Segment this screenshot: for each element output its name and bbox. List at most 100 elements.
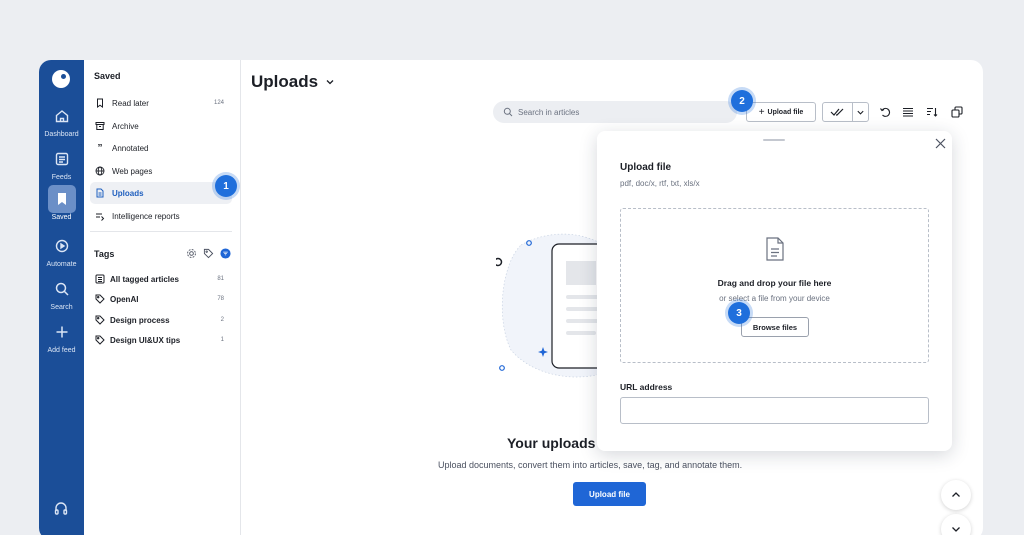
url-address-input[interactable] bbox=[620, 397, 929, 424]
nav-rail: Dashboard Feeds Saved Automate Search Ad… bbox=[39, 60, 84, 535]
page-title-text: Uploads bbox=[251, 72, 319, 91]
rail-item-feeds[interactable]: Feeds bbox=[39, 145, 84, 181]
rail-label: Automate bbox=[46, 261, 77, 268]
bookmark-icon bbox=[95, 98, 105, 108]
tag-icon bbox=[95, 335, 105, 345]
browse-files-button[interactable]: Browse files bbox=[741, 317, 809, 337]
tag-label: All tagged articles bbox=[110, 274, 179, 284]
list-icon bbox=[95, 274, 105, 284]
chevron-down-icon bbox=[326, 80, 334, 85]
report-icon bbox=[95, 211, 105, 221]
upload-button-label: Upload file bbox=[767, 108, 804, 116]
gear-icon[interactable] bbox=[186, 248, 197, 259]
sidebar-item-uploads[interactable]: Uploads bbox=[90, 182, 232, 204]
quote-icon: ” bbox=[97, 142, 103, 154]
sidebar-item-annotated[interactable]: ” Annotated bbox=[90, 137, 232, 159]
tag-icon bbox=[95, 294, 105, 304]
upload-file-panel: Upload file pdf, doc/x, rtf, txt, xls/x … bbox=[597, 131, 952, 451]
feeds-icon bbox=[48, 145, 76, 173]
step-badge-1: 1 bbox=[215, 175, 237, 197]
tag-label: Design process bbox=[110, 315, 170, 325]
sidebar-item-label: Annotated bbox=[112, 143, 149, 153]
search-icon bbox=[48, 275, 76, 303]
step-badge-3: 3 bbox=[728, 302, 750, 324]
rail-item-search[interactable]: Search bbox=[39, 275, 84, 311]
sidebar-item-label: Web pages bbox=[112, 166, 153, 176]
saved-sidebar: Saved Read later 124 Archive ” Annotated… bbox=[84, 60, 241, 535]
rail-label: Add feed bbox=[47, 347, 76, 354]
empty-state-title: Your uploads bbox=[507, 435, 596, 451]
search-input[interactable]: Search in articles bbox=[493, 101, 737, 123]
globe-icon bbox=[95, 166, 105, 176]
tags-actions bbox=[186, 248, 231, 259]
tag-item-design-uiux-tips[interactable]: Design UI&UX tips 1 bbox=[90, 331, 232, 349]
tag-label: OpenAI bbox=[110, 294, 139, 304]
headphones-icon[interactable] bbox=[53, 500, 69, 516]
scroll-up-button[interactable] bbox=[941, 480, 971, 510]
rail-label: Feeds bbox=[51, 174, 72, 181]
tag-count: 78 bbox=[217, 296, 224, 302]
dropzone-title: Drag and drop your file here bbox=[717, 278, 832, 288]
double-check-icon[interactable] bbox=[823, 103, 853, 121]
file-dropzone[interactable]: Drag and drop your file here or select a… bbox=[620, 208, 929, 363]
sidebar-item-archive[interactable]: Archive bbox=[90, 115, 232, 137]
rail-item-automate[interactable]: Automate bbox=[39, 232, 84, 268]
sidebar-item-intelligence-reports[interactable]: Intelligence reports bbox=[90, 205, 232, 227]
tag-item-openai[interactable]: OpenAI 78 bbox=[90, 290, 232, 308]
search-icon bbox=[503, 107, 513, 117]
file-icon bbox=[766, 237, 784, 261]
chevron-down-icon[interactable] bbox=[853, 108, 868, 117]
close-icon[interactable] bbox=[935, 138, 946, 149]
search-placeholder: Search in articles bbox=[518, 107, 580, 117]
tag-label: Design UI&UX tips bbox=[110, 335, 181, 345]
sidebar-item-web-pages[interactable]: Web pages bbox=[90, 160, 232, 182]
sidebar-item-label: Intelligence reports bbox=[112, 211, 180, 221]
sidebar-item-label: Read later bbox=[112, 98, 149, 108]
tag-count: 1 bbox=[220, 337, 224, 343]
step-badge-2: 2 bbox=[731, 90, 753, 112]
rail-label: Saved bbox=[51, 214, 72, 221]
sidebar-divider bbox=[90, 231, 232, 232]
rail-label: Dashboard bbox=[44, 131, 79, 138]
tags-heading: Tags bbox=[94, 249, 115, 259]
tag-count: 2 bbox=[220, 317, 224, 323]
item-count: 124 bbox=[213, 100, 224, 106]
plus-icon: + bbox=[758, 106, 765, 118]
scroll-down-button[interactable] bbox=[941, 514, 971, 535]
empty-state-upload-button[interactable]: Upload file bbox=[573, 482, 646, 506]
rail-item-dashboard[interactable]: Dashboard bbox=[39, 102, 84, 138]
rail-item-add-feed[interactable]: Add feed bbox=[39, 318, 84, 354]
document-icon bbox=[95, 188, 105, 198]
add-tag-icon[interactable] bbox=[203, 248, 214, 259]
archive-icon bbox=[95, 121, 105, 131]
sidebar-item-read-later[interactable]: Read later 124 bbox=[90, 92, 232, 114]
home-icon bbox=[48, 102, 76, 130]
copy-icon[interactable] bbox=[950, 105, 964, 119]
filter-icon[interactable] bbox=[220, 248, 231, 259]
sidebar-heading: Saved bbox=[94, 71, 121, 81]
page-title[interactable]: Uploads bbox=[251, 72, 335, 92]
tag-item-design-process[interactable]: Design process 2 bbox=[90, 311, 232, 329]
drag-handle[interactable] bbox=[763, 139, 785, 141]
chevron-down-icon bbox=[952, 527, 960, 532]
undo-icon[interactable] bbox=[878, 105, 892, 119]
sort-icon[interactable] bbox=[925, 105, 939, 119]
tag-item-all-tagged[interactable]: All tagged articles 81 bbox=[90, 270, 232, 288]
rail-label: Search bbox=[50, 304, 73, 311]
plus-icon bbox=[48, 318, 76, 346]
tag-count: 81 bbox=[217, 276, 224, 282]
rail-item-saved[interactable]: Saved bbox=[39, 185, 84, 221]
file-types-hint: pdf, doc/x, rtf, txt, xls/x bbox=[620, 179, 700, 188]
empty-state-description: Upload documents, convert them into arti… bbox=[438, 460, 743, 470]
chevron-up-icon bbox=[952, 492, 960, 497]
sidebar-item-label: Archive bbox=[112, 121, 139, 131]
panel-title: Upload file bbox=[620, 162, 672, 173]
app-logo[interactable] bbox=[52, 70, 70, 88]
dropzone-subtitle: or select a file from your device bbox=[719, 294, 830, 303]
mark-read-split-button[interactable] bbox=[822, 102, 869, 122]
list-view-icon[interactable] bbox=[901, 105, 915, 119]
automate-icon bbox=[48, 232, 76, 260]
url-address-label: URL address bbox=[620, 382, 673, 392]
upload-file-button[interactable]: + Upload file bbox=[746, 102, 816, 122]
sidebar-item-label: Uploads bbox=[112, 188, 144, 198]
